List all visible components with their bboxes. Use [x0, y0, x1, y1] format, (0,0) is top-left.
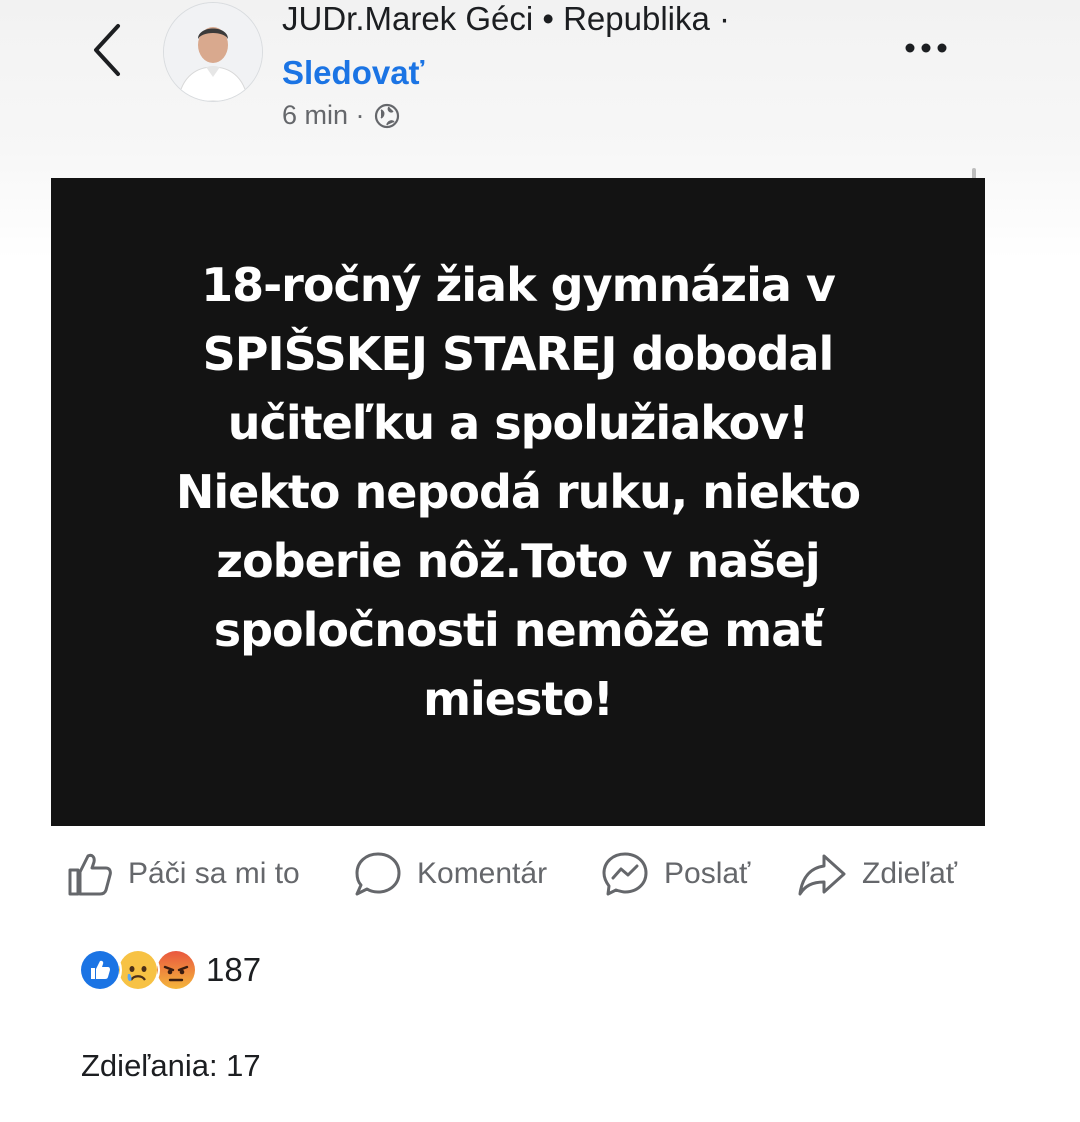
comment-label: Komentár	[417, 857, 548, 890]
angry-reaction-icon	[154, 948, 198, 992]
messenger-icon	[602, 852, 648, 896]
post-meta: 6 min ·	[282, 100, 401, 131]
send-button[interactable]: Poslať	[600, 850, 750, 898]
share-arrow-icon	[798, 854, 846, 896]
chevron-left-icon	[94, 24, 120, 76]
back-button[interactable]	[84, 20, 134, 80]
share-label: Zdieľať	[862, 857, 958, 890]
reactions-summary[interactable]: 187	[78, 948, 261, 992]
globe-icon	[374, 103, 399, 128]
post-author[interactable]: JUDr.Marek Géci • Republika ·	[282, 0, 730, 38]
like-label: Páči sa mi to	[128, 857, 300, 890]
shares-count[interactable]: Zdieľania: 17	[81, 1048, 261, 1084]
like-button[interactable]: Páči sa mi to	[66, 850, 300, 898]
more-options-button[interactable]	[900, 30, 956, 66]
post-image[interactable]: 18-ročný žiak gymnázia v SPIŠSKEJ STAREJ…	[51, 178, 985, 826]
sad-reaction-icon	[116, 948, 160, 992]
like-reaction-icon	[78, 948, 122, 992]
post-time: 6 min ·	[282, 100, 365, 130]
reactions-count: 187	[206, 951, 262, 988]
more-dots-icon	[905, 43, 947, 53]
share-button[interactable]: Zdieľať	[796, 850, 957, 898]
thumbs-up-icon	[68, 853, 112, 896]
profile-photo	[164, 3, 262, 101]
comment-button[interactable]: Komentár	[353, 850, 547, 898]
action-bar: Páči sa mi to Komentár Poslať Zdieľať	[0, 850, 1080, 900]
avatar[interactable]	[163, 2, 263, 102]
post-image-text: 18-ročný žiak gymnázia v SPIŠSKEJ STAREJ…	[175, 257, 861, 726]
send-label: Poslať	[664, 857, 751, 890]
comment-icon	[355, 852, 401, 896]
follow-button[interactable]: Sledovať	[282, 54, 424, 92]
